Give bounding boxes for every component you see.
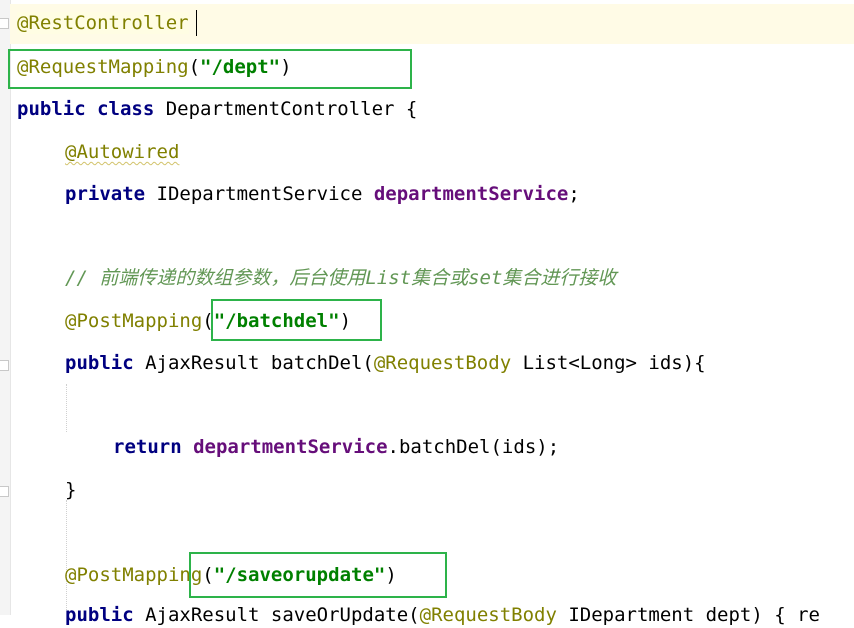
highlight-box-dept	[8, 49, 412, 89]
code-token: }	[65, 479, 77, 501]
code-token: @PostMapping	[65, 564, 203, 586]
code-token: @Autowired	[65, 141, 180, 163]
code-line[interactable]: private IDepartmentService departmentSer…	[65, 181, 580, 207]
code-line[interactable]: }	[65, 477, 76, 503]
code-token: return	[113, 436, 194, 458]
code-token: AjaxResult batchDel(	[145, 352, 374, 374]
code-token: ;	[568, 183, 580, 205]
code-token: departmentService	[373, 183, 569, 205]
code-line[interactable]: @RestController	[17, 10, 189, 36]
code-token: @PostMapping	[65, 310, 203, 332]
indent-guide	[66, 500, 67, 610]
indent-guide	[66, 384, 67, 432]
code-line[interactable]: public class DepartmentController {	[17, 96, 417, 122]
code-token: List<Long> ids){	[522, 352, 706, 374]
code-token: IDepartment dept) { re	[568, 604, 821, 626]
code-token: public	[65, 352, 146, 374]
code-token: departmentService	[193, 436, 388, 458]
code-line[interactable]: return departmentService.batchDel(ids);	[113, 434, 559, 460]
fold-marker-icon[interactable]	[0, 18, 9, 29]
text-caret	[196, 10, 197, 36]
code-token: @RestController	[17, 12, 189, 34]
editor-gutter	[0, 0, 11, 615]
highlight-box-batchdel	[211, 299, 382, 341]
code-token: DepartmentController {	[165, 98, 418, 120]
code-line[interactable]: public AjaxResult saveOrUpdate(@RequestB…	[65, 602, 820, 628]
code-token: .batchDel(ids);	[387, 436, 560, 458]
code-line[interactable]: public AjaxResult batchDel(@RequestBody …	[65, 350, 706, 376]
code-token: // 前端传递的数组参数，后台使用List集合或set集合进行接收	[65, 267, 617, 289]
code-token: private	[65, 183, 157, 205]
code-token: IDepartmentService	[156, 183, 374, 205]
code-line[interactable]: @Autowired	[65, 139, 179, 165]
code-line[interactable]: // 前端传递的数组参数，后台使用List集合或set集合进行接收	[65, 265, 616, 291]
code-token: @RequestBody	[419, 604, 569, 626]
fold-marker-icon[interactable]	[0, 486, 9, 497]
code-token: public class	[17, 98, 166, 120]
code-token: @RequestBody	[373, 352, 523, 374]
code-token: AjaxResult saveOrUpdate(	[145, 604, 420, 626]
highlight-box-saveorupdate	[189, 552, 447, 598]
fold-marker-icon[interactable]	[0, 360, 9, 371]
code-token: public	[65, 604, 146, 626]
